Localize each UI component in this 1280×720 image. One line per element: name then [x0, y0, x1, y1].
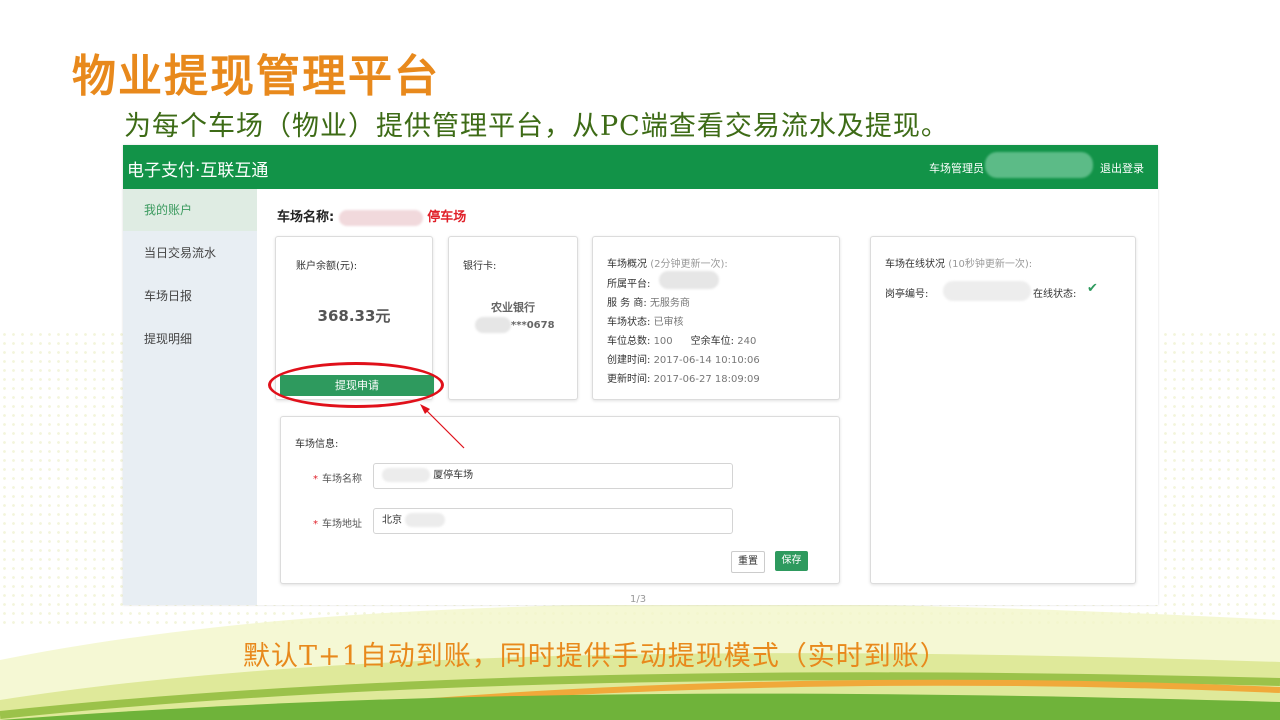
sidebar-item-label: 当日交易流水 [144, 246, 217, 260]
status-row: 车场状态: 已审核 [607, 313, 684, 328]
redacted-name-prefix [382, 468, 430, 482]
updated-value: 2017-06-27 18:09:09 [653, 374, 760, 385]
slide-footer: 默认T+1自动到账，同时提供手动提现模式（实时到账） [243, 641, 948, 672]
overview-note: (2分钟更新一次): [650, 259, 728, 270]
redacted-booth-id [943, 281, 1031, 301]
total-label: 车位总数: [607, 336, 651, 347]
sidebar-item-daily-transactions[interactable]: 当日交易流水 [123, 232, 257, 274]
status-label: 车场状态: [607, 317, 651, 328]
sidebar-item-daily-report[interactable]: 车场日报 [123, 275, 257, 317]
save-button[interactable]: 保存 [775, 551, 808, 571]
redacted-lot-name [338, 209, 423, 226]
created-value: 2017-06-14 10:10:06 [653, 355, 760, 366]
status-value: 已审核 [653, 317, 684, 328]
online-note: (10秒钟更新一次): [948, 259, 1033, 270]
name-label-text: 车场名称 [322, 474, 362, 485]
bank-label: 银行卡: [463, 261, 497, 272]
name-field-label: * 车场名称 [313, 474, 362, 485]
lot-title-value: 停车场 [427, 210, 467, 225]
overview-heading: 车场概况 (2分钟更新一次): [607, 255, 728, 270]
admin-label: 车场管理员 [929, 162, 984, 175]
bank-name: 农业银行 [491, 301, 535, 314]
sidebar-item-my-account[interactable]: 我的账户 [123, 189, 257, 231]
redacted-username [985, 152, 1093, 178]
free-label: 空余车位: [690, 336, 735, 347]
sidebar-item-label: 车场日报 [144, 289, 193, 303]
sidebar-item-label: 提现明细 [144, 332, 193, 346]
booth-label: 岗亭编号: [885, 289, 929, 300]
lot-title: 车场名称: 停车场 [277, 206, 466, 226]
provider-row: 服 务 商: 无服务商 [607, 294, 690, 309]
card-suffix: ***0678 [511, 320, 555, 331]
top-bar: 电子支付·互联互通 车场管理员 退出登录 [123, 145, 1158, 189]
updated-label: 更新时间: [607, 374, 651, 385]
lot-name-input[interactable]: 厦停车场 [373, 463, 733, 489]
redacted-platform [659, 271, 719, 289]
lot-title-label: 车场名称: [277, 210, 335, 225]
slide-subtitle: 为每个车场（物业）提供管理平台，从PC端查看交易流水及提现。 [124, 111, 949, 142]
provider-value: 无服务商 [649, 298, 690, 309]
platform-label: 所属平台: [607, 279, 651, 290]
slide-title: 物业提现管理平台 [72, 51, 440, 102]
sidebar: 我的账户 当日交易流水 车场日报 提现明细 [123, 189, 257, 605]
bank-card: 银行卡: 农业银行 ***0678 [448, 236, 578, 400]
address-field-label: * 车场地址 [313, 519, 362, 530]
brand-title: 电子支付·互联互通 [127, 161, 269, 181]
free-value: 240 [737, 336, 757, 347]
online-status-card: 车场在线状况 (10秒钟更新一次): 岗亭编号: 在线状态: ✔ [870, 236, 1136, 584]
online-heading: 车场在线状况 (10秒钟更新一次): [885, 255, 1032, 270]
overview-card: 车场概况 (2分钟更新一次): 所属平台: 服 务 商: 无服务商 车场状态: … [592, 236, 840, 400]
updated-row: 更新时间: 2017-06-27 18:09:09 [607, 370, 760, 385]
redacted-address [405, 513, 446, 527]
annotation-arrow [420, 404, 465, 449]
sidebar-item-label: 我的账户 [144, 203, 193, 217]
created-row: 创建时间: 2017-06-14 10:10:06 [607, 351, 760, 366]
sidebar-item-withdraw-detail[interactable]: 提现明细 [123, 318, 257, 360]
platform-row: 所属平台: [607, 275, 650, 290]
overview-label: 车场概况 [607, 259, 647, 270]
redacted-card-number [475, 317, 511, 333]
created-label: 创建时间: [607, 355, 651, 366]
check-icon: ✔ [1087, 281, 1098, 296]
lot-address-input[interactable]: 北京 [373, 508, 733, 534]
online-status-label: 在线状态: [1033, 289, 1077, 300]
balance-value: 368.33元 [317, 307, 391, 325]
reset-button[interactable]: 重置 [731, 551, 765, 573]
lot-info-card: 车场信息: * 车场名称 厦停车场 * 车场地址 北京 重置 保存 [280, 416, 840, 584]
lot-name-value: 厦停车场 [433, 470, 474, 481]
spaces-row: 车位总数: 100 空余车位: 240 [607, 332, 756, 347]
logout-link[interactable]: 退出登录 [1100, 160, 1144, 176]
total-value: 100 [653, 336, 673, 347]
lot-address-value: 北京 [382, 515, 402, 526]
address-label-text: 车场地址 [322, 519, 362, 530]
balance-label: 账户余额(元): [296, 261, 358, 272]
page-indicator: 1/3 [630, 594, 647, 605]
online-label: 车场在线状况 [885, 259, 945, 270]
info-label: 车场信息: [295, 439, 339, 450]
provider-label: 服 务 商: [607, 298, 647, 309]
